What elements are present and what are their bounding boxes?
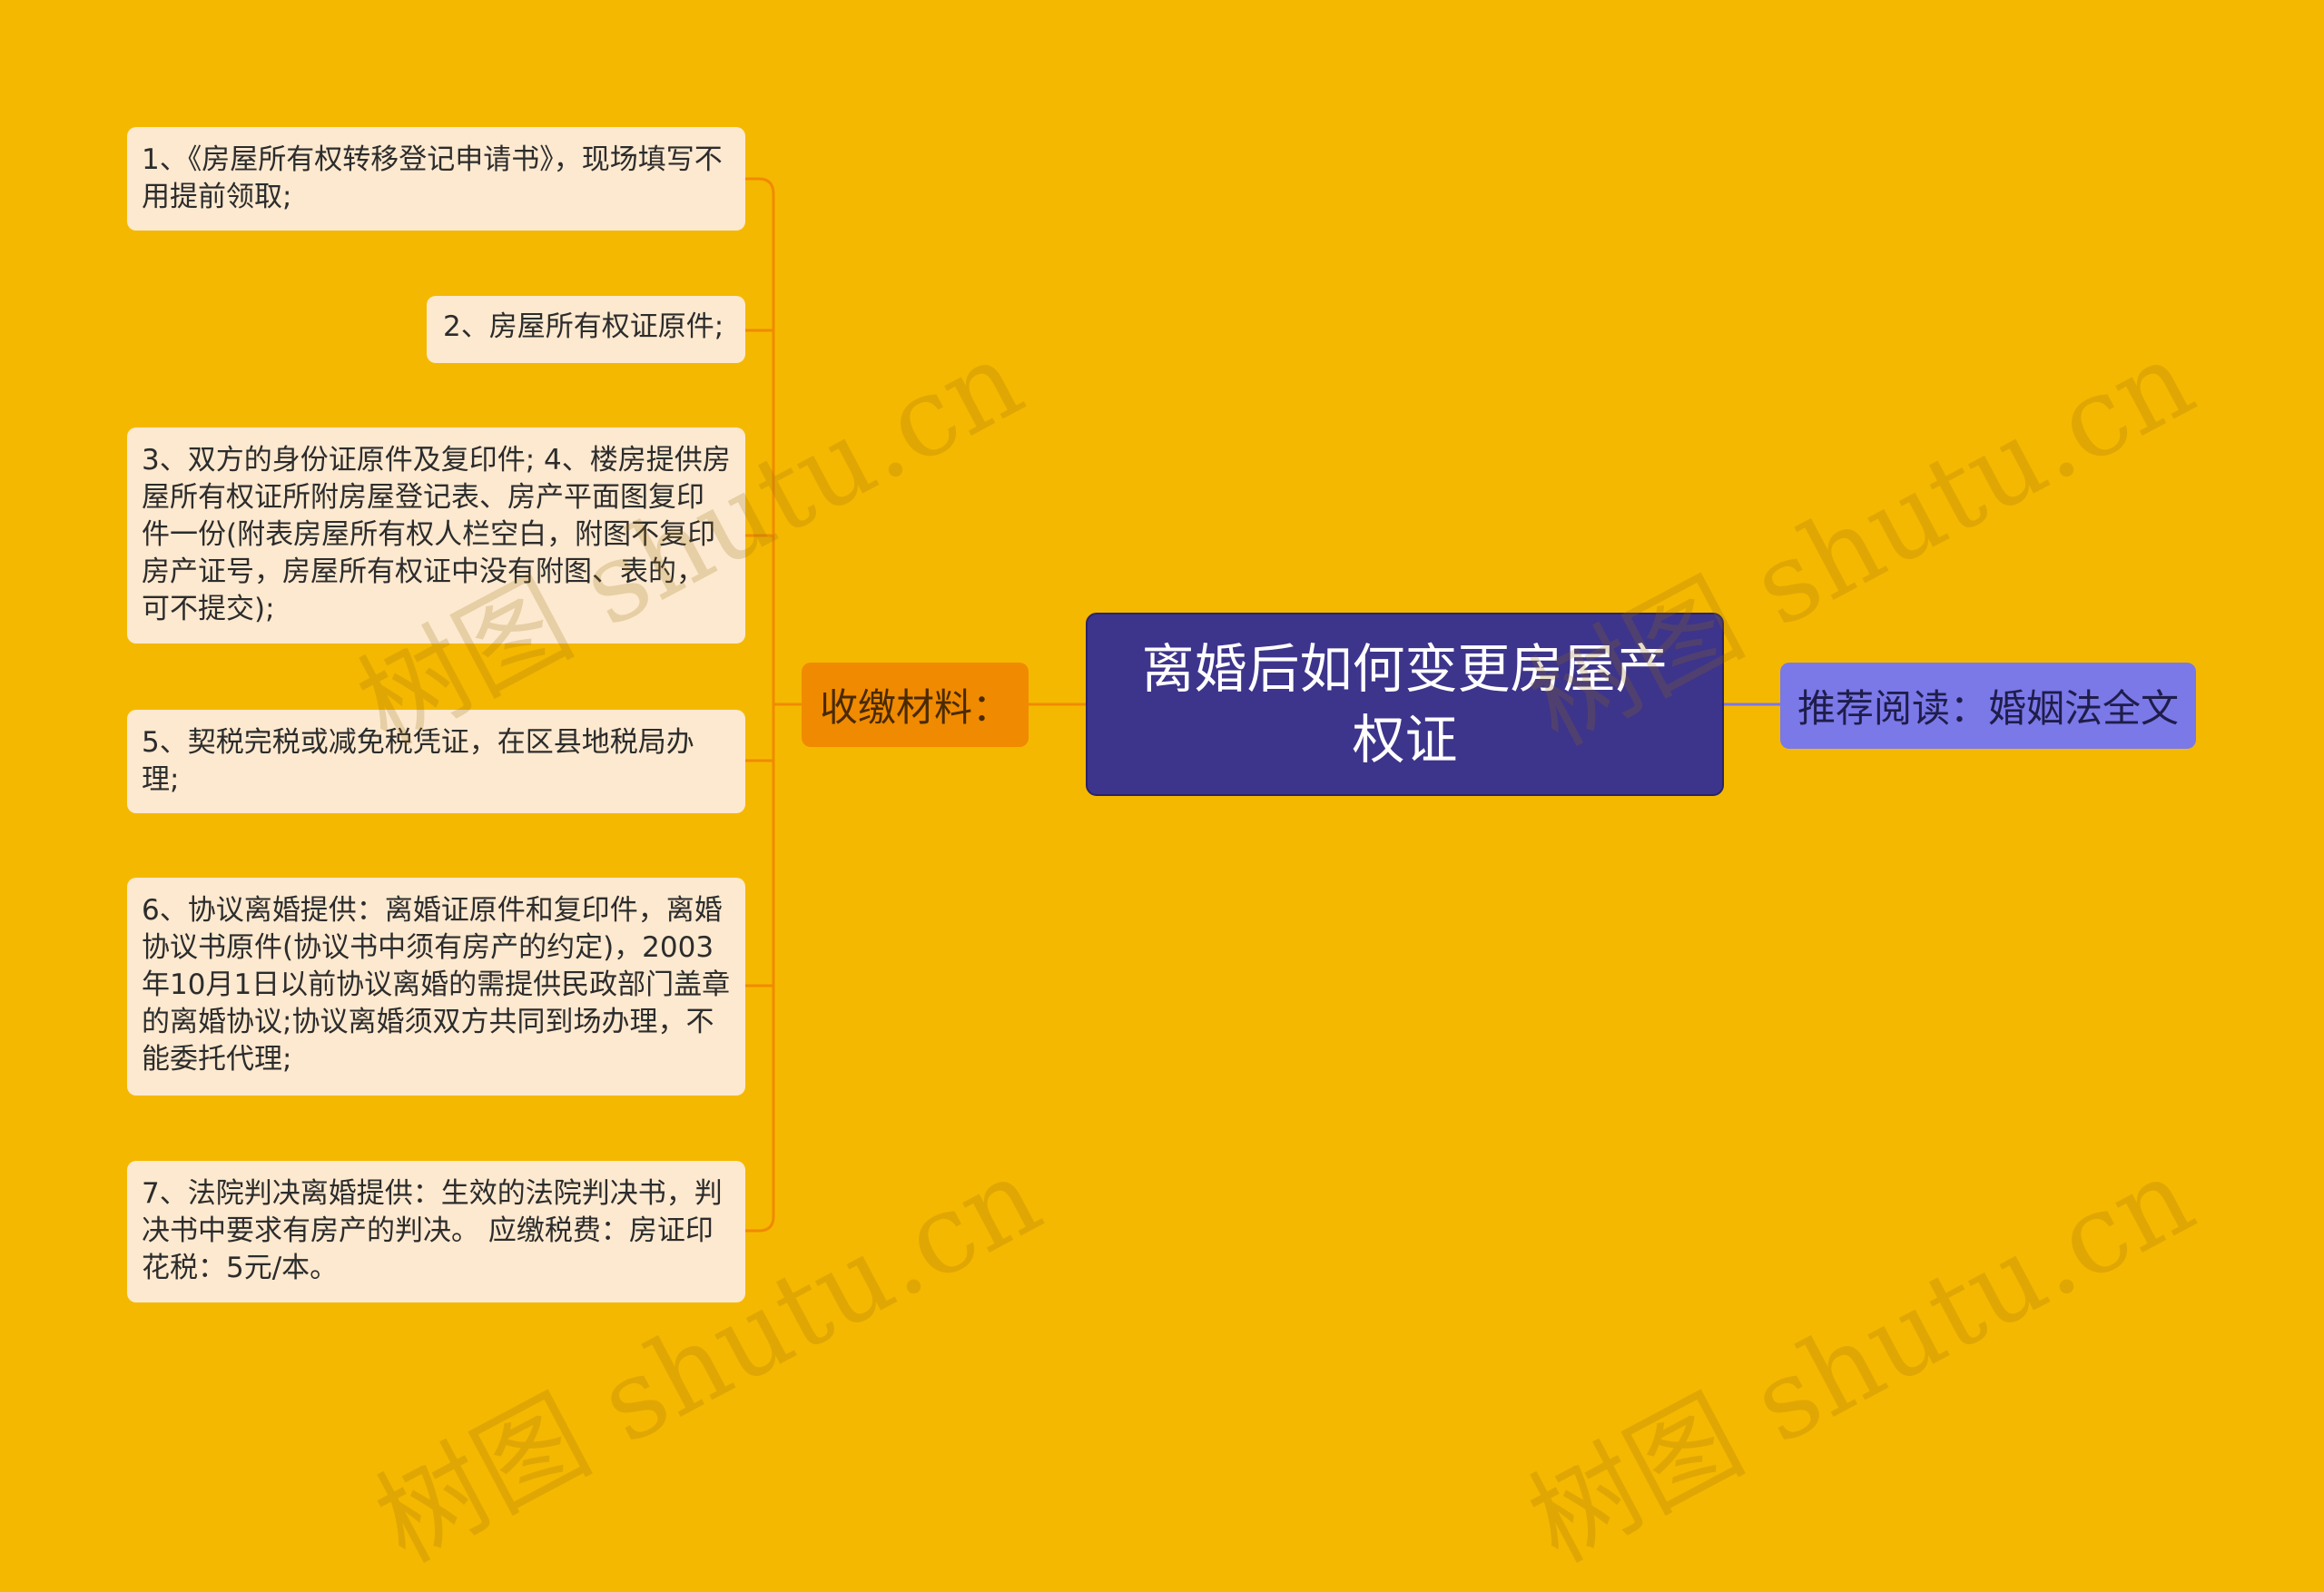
leaf-node-4[interactable]: 5、契税完税或减免税凭证，在区县地税局办理; bbox=[127, 710, 745, 813]
connector-leaf-1 bbox=[745, 177, 775, 195]
leaf-node-2[interactable]: 2、房屋所有权证原件; bbox=[427, 296, 745, 363]
leaf-node-text: 6、协议离婚提供：离婚证原件和复印件，离婚协议书原件(协议书中须有房产的约定)，… bbox=[142, 894, 731, 1076]
branch-node-label: 收缴材料： bbox=[819, 685, 1010, 730]
central-topic-node[interactable]: 离婚后如何变更房屋产权证 bbox=[1086, 613, 1724, 796]
leaf-node-1[interactable]: 1、《房屋所有权转移登记申请书》，现场填写不用提前领取; bbox=[127, 127, 745, 231]
leaf-node-6[interactable]: 7、法院判决离婚提供：生效的法院判决书，判决书中要求有房产的判决。 应缴税费：房… bbox=[127, 1161, 745, 1302]
mind-map-canvas: 离婚后如何变更房屋产权证 收缴材料： 推荐阅读：婚姻法全文 1、《房屋所有权转移… bbox=[0, 0, 2324, 1587]
connector-leaf-6 bbox=[745, 1215, 775, 1233]
leaf-node-text: 3、双方的身份证原件及复印件; 4、楼房提供房屋所有权证所附房屋登记表、房产平面… bbox=[142, 444, 731, 625]
leaf-node-text: 5、契税完税或减免税凭证，在区县地税局办理; bbox=[142, 726, 694, 796]
leaf-node-text: 2、房屋所有权证原件; bbox=[443, 310, 724, 343]
leaf-node-text: 1、《房屋所有权转移登记申请书》，现场填写不用提前领取; bbox=[142, 143, 723, 213]
watermark: 树图 shutu.cn bbox=[1510, 1133, 2213, 1587]
leaf-node-3[interactable]: 3、双方的身份证原件及复印件; 4、楼房提供房屋所有权证所附房屋登记表、房产平面… bbox=[127, 427, 745, 644]
leaf-node-text: 7、法院判决离婚提供：生效的法院判决书，判决书中要求有房产的判决。 应缴税费：房… bbox=[142, 1177, 723, 1284]
leaf-node-5[interactable]: 6、协议离婚提供：离婚证原件和复印件，离婚协议书原件(协议书中须有房产的约定)，… bbox=[127, 878, 745, 1096]
recommend-reading-label: 推荐阅读：婚姻法全文 bbox=[1797, 686, 2179, 731]
central-topic-text: 离婚后如何变更房屋产权证 bbox=[1141, 638, 1669, 771]
recommend-reading-node[interactable]: 推荐阅读：婚姻法全文 bbox=[1780, 663, 2196, 749]
branch-node-materials[interactable]: 收缴材料： bbox=[802, 663, 1029, 747]
